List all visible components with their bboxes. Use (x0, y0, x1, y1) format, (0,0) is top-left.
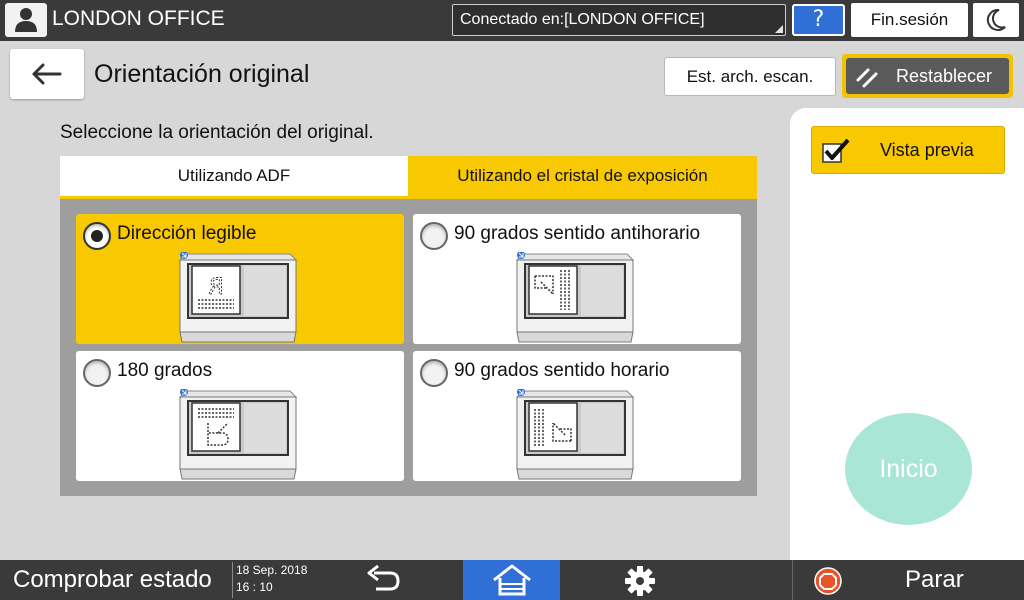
option-180[interactable]: 180 grados (76, 351, 404, 481)
scanner-readable-icon: R (179, 252, 297, 343)
tab-adf[interactable]: Utilizando ADF (60, 156, 408, 196)
time-text: 16 : 10 (236, 580, 273, 594)
top-bar: LONDON OFFICE Conectado en:[LONDON OFFIC… (0, 0, 1024, 41)
connection-label: Conectado en:[LONDON OFFICE] (460, 11, 705, 28)
scanner-90-ccw-icon (516, 252, 634, 343)
scanner-180-icon (179, 389, 297, 480)
scanner-90-cw-icon (516, 389, 634, 480)
home-icon (493, 564, 531, 596)
moon-icon (986, 9, 1006, 31)
check-status-button[interactable]: Comprobar estado (0, 560, 229, 600)
undo-arrow-icon (367, 565, 400, 591)
instruction-text: Seleccione la orientación del original. (60, 122, 374, 143)
connection-selector[interactable]: Conectado en:[LONDON OFFICE] (452, 4, 786, 36)
reset-button[interactable]: Restablecer (842, 54, 1013, 98)
reset-slash-icon (856, 68, 878, 88)
office-title: LONDON OFFICE (52, 7, 225, 30)
bottom-bar: Comprobar estado 18 Sep. 2018 16 : 10 Pa… (0, 560, 1024, 600)
option-readable-direction[interactable]: Dirección legible R (76, 214, 404, 344)
tab-exposure-glass[interactable]: Utilizando el cristal de exposición (408, 156, 757, 196)
placement-tabs: Utilizando ADF Utilizando el cristal de … (60, 156, 757, 196)
home-button[interactable] (463, 560, 560, 600)
undo-button[interactable] (334, 560, 434, 600)
option-90-cw[interactable]: 90 grados sentido horario (413, 351, 741, 481)
reset-button-inner: Restablecer (846, 58, 1009, 94)
settings-button[interactable] (590, 560, 690, 600)
start-button[interactable]: Inicio (845, 413, 972, 525)
back-button[interactable] (10, 49, 84, 99)
scan-file-status-button[interactable]: Est. arch. escan. (664, 57, 836, 96)
page-title: Orientación original (94, 60, 310, 88)
option-label: 90 grados sentido horario (454, 360, 670, 381)
date-time: 18 Sep. 2018 16 : 10 (232, 562, 322, 598)
preview-button[interactable]: Vista previa (811, 126, 1005, 174)
night-mode-button[interactable] (973, 3, 1019, 37)
reset-label: Restablecer (896, 66, 993, 86)
gear-icon (625, 566, 655, 596)
option-label: 90 grados sentido antihorario (454, 223, 701, 244)
help-button[interactable]: ? (792, 4, 845, 36)
radio-90-ccw[interactable] (420, 222, 448, 250)
option-90-ccw[interactable]: 90 grados sentido antihorario (413, 214, 741, 344)
option-label: Dirección legible (117, 223, 257, 244)
user-icon[interactable] (5, 3, 47, 37)
person-icon (15, 8, 37, 32)
stop-button[interactable]: Parar (792, 560, 1024, 600)
arrow-left-icon (32, 63, 62, 85)
orientation-options-panel: Dirección legible R 90 grados sentido an… (60, 196, 757, 496)
side-panel: Vista previa Inicio (790, 108, 1024, 560)
radio-90-cw[interactable] (420, 359, 448, 387)
checkbox-checked-icon (822, 139, 850, 163)
stop-icon (814, 567, 842, 595)
logout-button[interactable]: Fin.sesión (851, 3, 968, 37)
svg-text:R: R (208, 275, 223, 300)
date-text: 18 Sep. 2018 (236, 563, 308, 577)
option-label: 180 grados (117, 360, 213, 381)
dropdown-corner-icon (775, 25, 783, 33)
radio-readable-direction[interactable] (83, 222, 111, 250)
radio-180[interactable] (83, 359, 111, 387)
preview-label: Vista previa (880, 140, 974, 160)
stop-label: Parar (905, 566, 964, 593)
